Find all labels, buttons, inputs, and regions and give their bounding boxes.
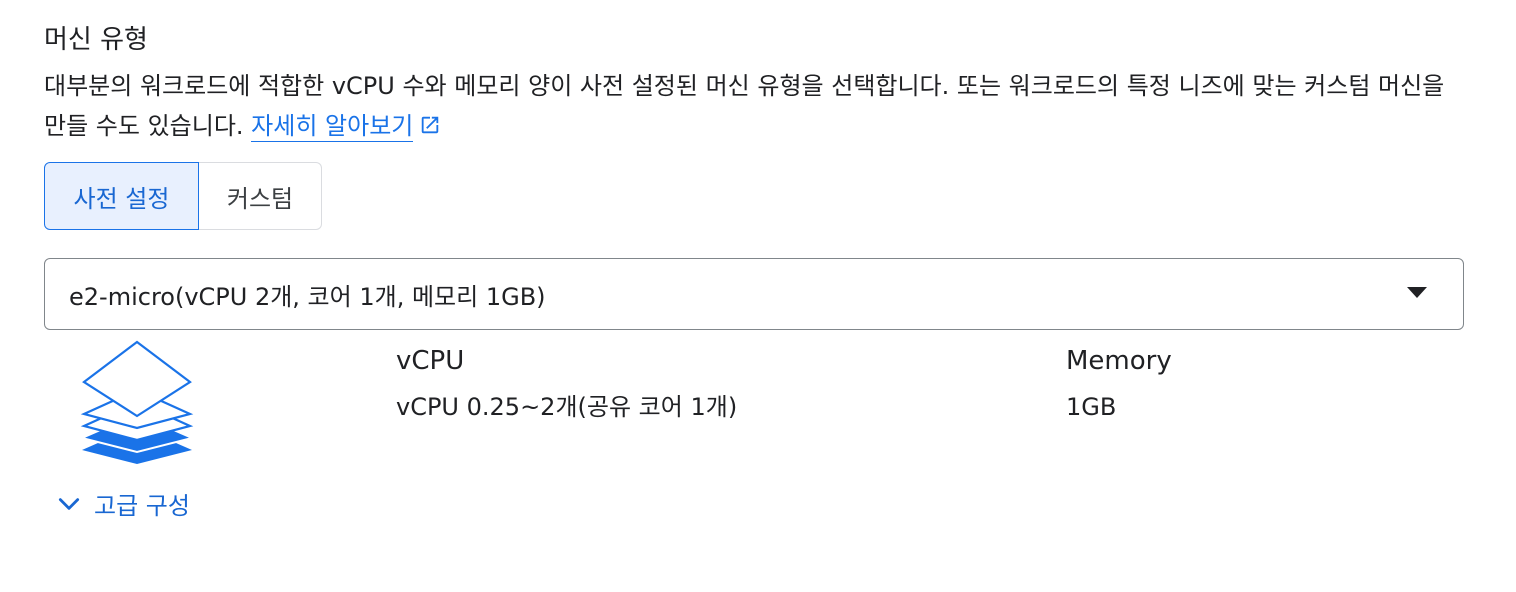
section-description: 대부분의 워크로드에 적합한 vCPU 수와 메모리 양이 사전 설정된 머신 …	[44, 66, 1464, 148]
memory-label: Memory	[1066, 346, 1172, 376]
machine-type-select[interactable]: e2-micro(vCPU 2개, 코어 1개, 메모리 1GB)	[44, 258, 1464, 330]
machine-type-toggle: 사전 설정 커스텀	[44, 162, 322, 230]
advanced-config-label: 고급 구성	[94, 492, 190, 520]
preset-toggle-button[interactable]: 사전 설정	[44, 162, 199, 230]
section-title: 머신 유형	[44, 25, 148, 55]
custom-toggle-button[interactable]: 커스텀	[199, 162, 322, 230]
learn-more-label: 자세히 알아보기	[251, 112, 414, 140]
vcpu-label: vCPU	[396, 346, 465, 376]
memory-value: 1GB	[1066, 393, 1117, 421]
machine-stack-icon	[78, 338, 196, 466]
vcpu-value: vCPU 0.25~2개(공유 코어 1개)	[396, 393, 738, 421]
dropdown-arrow-icon	[1407, 287, 1427, 298]
advanced-config-toggle[interactable]: 고급 구성	[56, 486, 190, 521]
vcpu-spec: vCPU vCPU 0.25~2개(공유 코어 1개)	[396, 342, 737, 424]
chevron-down-icon	[58, 497, 80, 510]
open-in-new-icon	[419, 108, 441, 148]
learn-more-link[interactable]: 자세히 알아보기	[251, 112, 414, 142]
memory-spec: Memory 1GB	[1066, 342, 1172, 424]
machine-type-select-value: e2-micro(vCPU 2개, 코어 1개, 메모리 1GB)	[69, 282, 546, 311]
